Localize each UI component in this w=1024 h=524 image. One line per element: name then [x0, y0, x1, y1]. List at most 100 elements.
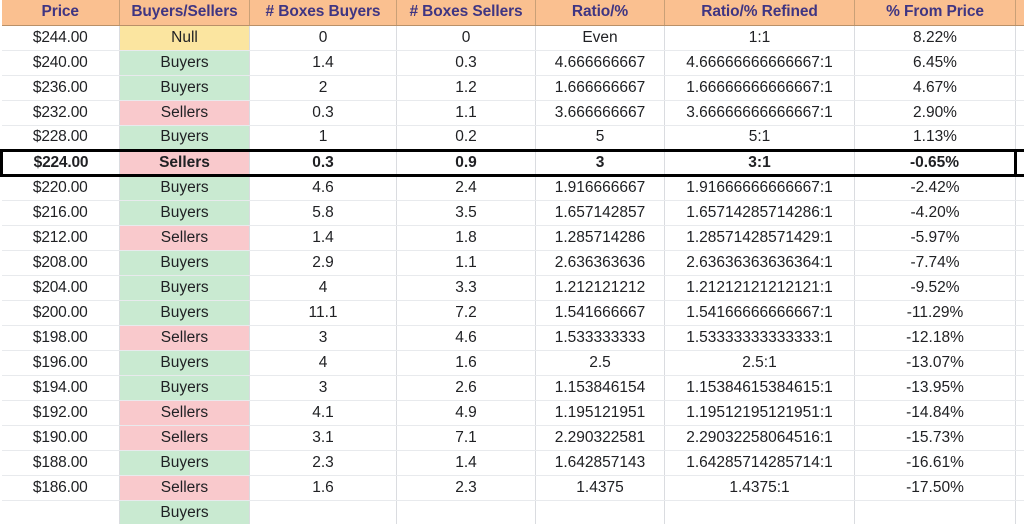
cell-buyers-sellers[interactable]: Buyers [119, 350, 250, 376]
column-header-boxes-sellers[interactable]: # Boxes Sellers [396, 0, 536, 26]
table-row[interactable]: $198.00 Sellers 3 4.6 1.533333333 1.533333333… [1, 325, 1024, 351]
cell-boxes-sellers[interactable]: 1.2 [396, 75, 536, 101]
cell-ratio[interactable]: 1.195121951 [535, 400, 665, 426]
cell-boxes-sellers[interactable]: 0.2 [396, 125, 536, 150]
cell-buyers-sellers[interactable]: Buyers [119, 75, 250, 101]
cell-ratio[interactable]: 1.657142857 [535, 200, 665, 226]
cell-buyers-sellers[interactable]: Buyers [119, 500, 250, 524]
cell-boxes-sellers[interactable]: 2.3 [396, 475, 536, 501]
cell-price[interactable]: $204.00 [1, 275, 120, 301]
cell-pct-from[interactable]: -11.29% [854, 300, 1016, 326]
table-row[interactable]: $194.00 Buyers 3 2.6 1.153846154 1.1538461538… [1, 375, 1024, 401]
cell-ratio-refined[interactable]: 5:1 [664, 125, 855, 150]
cell-boxes-sellers[interactable]: 0 [396, 25, 536, 51]
column-header-buyers-sellers[interactable]: Buyers/Sellers [119, 0, 250, 26]
cell-boxes-buyers[interactable]: 0.3 [249, 100, 397, 126]
cell-boxes-buyers[interactable]: 3.1 [249, 425, 397, 451]
cell-boxes-sellers[interactable]: 4.9 [396, 400, 536, 426]
column-header-price[interactable]: Price [1, 0, 120, 26]
cell-ratio[interactable]: 2.290322581 [535, 425, 665, 451]
cell-boxes-sellers[interactable]: 1.8 [396, 225, 536, 251]
cell-pct-from[interactable]: -14.84% [854, 400, 1016, 426]
cell-boxes-buyers[interactable]: 11.1 [249, 300, 397, 326]
cell-ratio[interactable]: 1.533333333 [535, 325, 665, 351]
cell-boxes-sellers[interactable]: 1.1 [396, 250, 536, 276]
cell-boxes-sellers[interactable]: 7.2 [396, 300, 536, 326]
cell-ratio-refined[interactable]: 1.15384615384615:1 [664, 375, 855, 401]
cell-boxes-buyers[interactable]: 0.3 [249, 148, 397, 177]
cell-ratio-refined[interactable]: 3:1 [664, 148, 855, 177]
cell-buyers-sellers[interactable]: Sellers [119, 325, 250, 351]
cell-ratio-refined[interactable]: 1:1 [664, 25, 855, 51]
cell-pct-from[interactable]: -0.65% [854, 148, 1017, 177]
cell-ratio-refined[interactable]: 1.19512195121951:1 [664, 400, 855, 426]
cell-ratio-refined[interactable]: 2.29032258064516:1 [664, 425, 855, 451]
cell-buyers-sellers[interactable]: Sellers [119, 475, 250, 501]
cell-pct-from[interactable]: -7.74% [854, 250, 1016, 276]
cell-boxes-buyers[interactable]: 2 [249, 75, 397, 101]
cell-ratio[interactable]: 2.5 [535, 350, 665, 376]
cell-pct-from[interactable]: -5.97% [854, 225, 1016, 251]
cell-boxes-buyers[interactable]: 4 [249, 275, 397, 301]
cell-price[interactable] [1, 500, 120, 524]
cell-price[interactable]: $188.00 [1, 450, 120, 476]
cell-buyers-sellers[interactable]: Sellers [119, 225, 250, 251]
cell-price[interactable]: $232.00 [1, 100, 120, 126]
cell-ratio-refined[interactable]: 1.4375:1 [664, 475, 855, 501]
cell-ratio-refined[interactable] [664, 500, 855, 524]
cell-boxes-sellers[interactable]: 3.5 [396, 200, 536, 226]
table-row[interactable]: Buyers [1, 500, 1024, 524]
cell-ratio[interactable]: 5 [535, 125, 665, 150]
cell-price[interactable]: $240.00 [1, 50, 120, 76]
cell-buyers-sellers[interactable]: Buyers [119, 50, 250, 76]
cell-ratio[interactable]: 1.541666667 [535, 300, 665, 326]
cell-boxes-buyers[interactable]: 0 [249, 25, 397, 51]
cell-ratio[interactable]: 3 [535, 148, 665, 177]
cell-buyers-sellers[interactable]: Buyers [119, 175, 250, 201]
cell-buyers-sellers[interactable]: Sellers [119, 425, 250, 451]
table-row[interactable]: $244.00 Null 0 0 Even 1:1 8.22% [1, 25, 1024, 51]
table-row[interactable]: $236.00 Buyers 2 1.2 1.666666667 1.6666666666… [1, 75, 1024, 101]
cell-buyers-sellers[interactable]: Buyers [119, 200, 250, 226]
cell-boxes-sellers[interactable]: 0.9 [396, 148, 536, 177]
cell-boxes-sellers[interactable]: 2.4 [396, 175, 536, 201]
cell-ratio-refined[interactable]: 1.53333333333333:1 [664, 325, 855, 351]
cell-buyers-sellers[interactable]: Buyers [119, 300, 250, 326]
cell-boxes-buyers[interactable]: 1.6 [249, 475, 397, 501]
cell-boxes-sellers[interactable]: 4.6 [396, 325, 536, 351]
cell-ratio-refined[interactable]: 1.66666666666667:1 [664, 75, 855, 101]
cell-ratio-refined[interactable]: 2.5:1 [664, 350, 855, 376]
cell-ratio[interactable]: 1.153846154 [535, 375, 665, 401]
cell-price[interactable]: $212.00 [1, 225, 120, 251]
cell-price[interactable]: $244.00 [1, 25, 120, 51]
cell-ratio[interactable]: 1.4375 [535, 475, 665, 501]
cell-pct-from[interactable]: -4.20% [854, 200, 1016, 226]
cell-ratio[interactable]: Even [535, 25, 665, 51]
cell-boxes-sellers[interactable]: 0.3 [396, 50, 536, 76]
table-row[interactable]: $216.00 Buyers 5.8 3.5 1.657142857 1.65714285… [1, 200, 1024, 226]
cell-ratio-refined[interactable]: 1.54166666666667:1 [664, 300, 855, 326]
cell-buyers-sellers[interactable]: Buyers [119, 375, 250, 401]
cell-boxes-buyers[interactable]: 1.4 [249, 50, 397, 76]
cell-buyers-sellers[interactable]: Buyers [119, 250, 250, 276]
cell-price[interactable]: $216.00 [1, 200, 120, 226]
cell-ratio[interactable]: 1.285714286 [535, 225, 665, 251]
cell-pct-from[interactable]: -13.95% [854, 375, 1016, 401]
cell-price[interactable]: $198.00 [1, 325, 120, 351]
cell-boxes-sellers[interactable]: 3.3 [396, 275, 536, 301]
cell-boxes-sellers[interactable]: 2.6 [396, 375, 536, 401]
column-header-pct-from-price[interactable]: % From Price [854, 0, 1016, 26]
cell-boxes-buyers[interactable]: 1.4 [249, 225, 397, 251]
cell-boxes-sellers[interactable]: 1.6 [396, 350, 536, 376]
cell-ratio[interactable] [535, 500, 665, 524]
cell-pct-from[interactable]: 4.67% [854, 75, 1016, 101]
cell-buyers-sellers[interactable]: Buyers [119, 125, 250, 150]
cell-boxes-sellers[interactable]: 1.4 [396, 450, 536, 476]
table-row[interactable]: $192.00 Sellers 4.1 4.9 1.195121951 1.1951219… [1, 400, 1024, 426]
cell-ratio-refined[interactable]: 2.63636363636364:1 [664, 250, 855, 276]
cell-ratio[interactable]: 3.666666667 [535, 100, 665, 126]
cell-buyers-sellers[interactable]: Null [119, 25, 250, 51]
cell-pct-from[interactable]: -9.52% [854, 275, 1016, 301]
cell-ratio-refined[interactable]: 1.64285714285714:1 [664, 450, 855, 476]
column-header-ratio[interactable]: Ratio/% [535, 0, 665, 26]
